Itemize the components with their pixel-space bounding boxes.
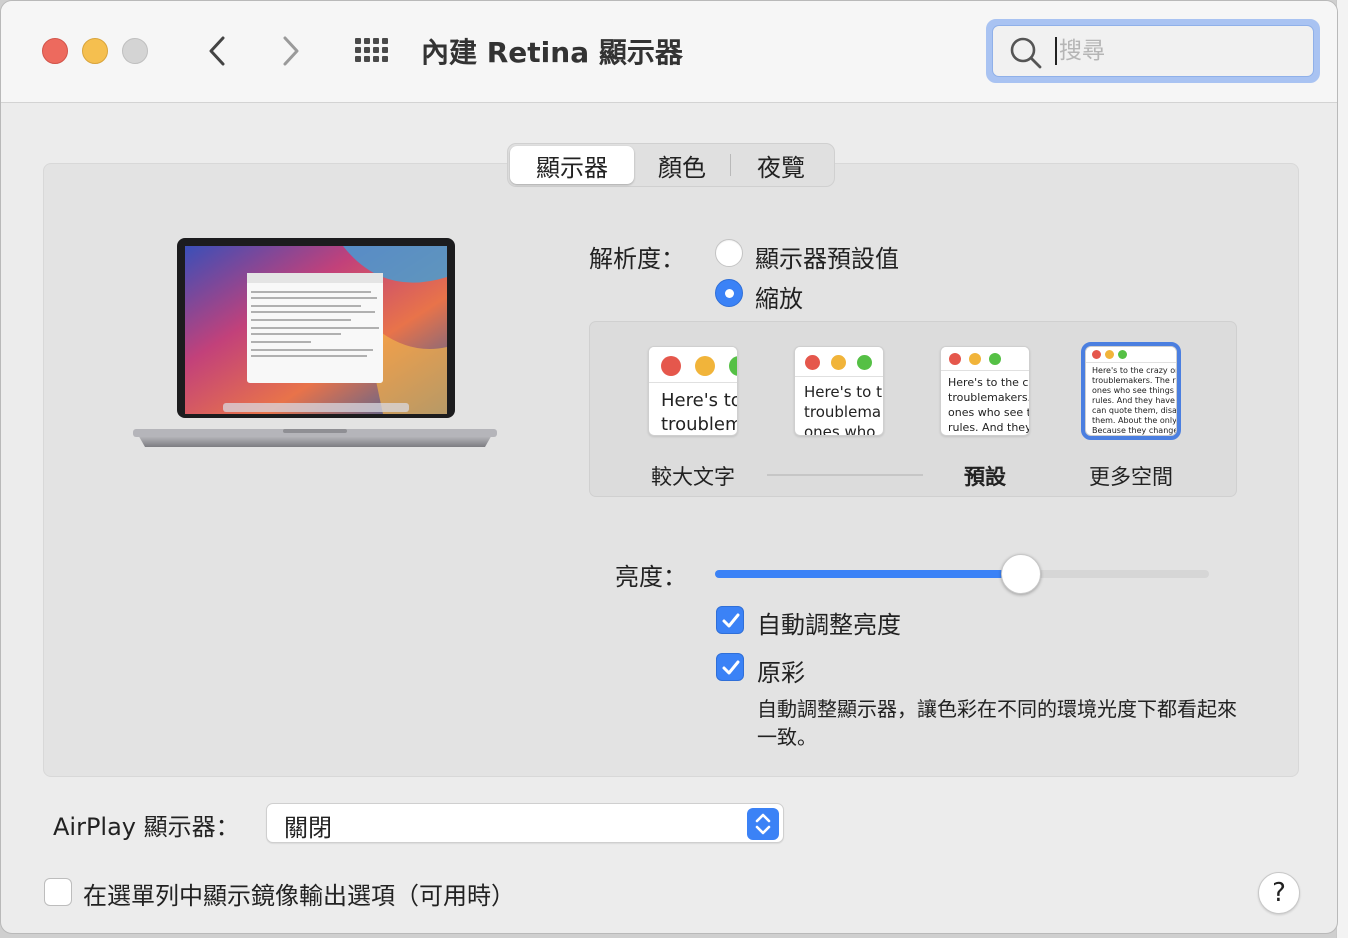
brightness-slider-knob[interactable] [1001, 554, 1042, 594]
scaling-label-larger-text: 較大文字 [651, 465, 735, 489]
tab-bar: 顯示器 顏色 夜覽 [507, 143, 835, 187]
search-field[interactable] [986, 19, 1320, 83]
airplay-popup-value: 關閉 [284, 814, 332, 842]
preview-text: Here's to the crazy one troublemakers. T… [1092, 366, 1176, 435]
tab-display[interactable]: 顯示器 [510, 146, 634, 184]
show-all-button[interactable] [353, 34, 393, 68]
toolbar: 內建 Retina 顯示器 [1, 1, 1337, 103]
resolution-label: 解析度： [589, 245, 685, 273]
close-button[interactable] [42, 38, 68, 64]
scaling-label-default: 預設 [964, 465, 1006, 489]
scaling-option-more-space[interactable]: Here's to the crazy one troublemakers. T… [1081, 342, 1181, 440]
preview-text: Here's to troublem [661, 390, 737, 435]
minimize-button[interactable] [82, 38, 108, 64]
scaling-option-2[interactable]: Here's to t troublema ones who [794, 346, 884, 436]
macbook-illustration [133, 238, 497, 447]
scaling-label-more-space: 更多空間 [1089, 465, 1173, 489]
preferences-window: 內建 Retina 顯示器 顯示器 顏色 夜覽 [0, 0, 1338, 934]
chevron-right-icon [283, 36, 299, 66]
popup-arrows-icon [747, 808, 779, 840]
back-button[interactable] [199, 31, 235, 71]
tab-night-shift[interactable]: 夜覽 [731, 146, 831, 184]
zoom-button [122, 38, 148, 64]
mirroring-label[interactable]: 在選單列中顯示鏡像輸出選項（可用時） [83, 876, 515, 911]
scaling-divider [767, 474, 923, 476]
scaling-option-larger-text[interactable]: Here's to troublem [648, 346, 738, 436]
search-icon [1010, 37, 1042, 69]
auto-brightness-checkbox[interactable] [716, 606, 744, 634]
radio-scaled-label[interactable]: 縮放 [755, 279, 803, 314]
radio-scaled[interactable] [715, 279, 743, 307]
true-tone-checkbox[interactable] [716, 653, 744, 681]
forward-button[interactable] [273, 31, 309, 71]
tab-color[interactable]: 顏色 [634, 146, 730, 184]
window-title: 內建 Retina 顯示器 [421, 36, 683, 69]
text-caret [1055, 37, 1057, 65]
radio-default-label[interactable]: 顯示器預設值 [755, 239, 899, 274]
checkmark-icon [722, 660, 740, 675]
brightness-slider-fill [715, 570, 1022, 578]
brightness-slider[interactable] [715, 570, 1209, 578]
search-input[interactable] [1059, 34, 1289, 68]
radio-default-for-display[interactable] [715, 239, 743, 267]
help-button[interactable]: ? [1258, 872, 1300, 914]
airplay-popup[interactable]: 關閉 [266, 803, 784, 843]
checkmark-icon [722, 613, 740, 628]
airplay-label: AirPlay 顯示器： [53, 813, 240, 841]
true-tone-label[interactable]: 原彩 [757, 653, 805, 688]
scaling-option-default[interactable]: Here's to the cr troublemakers. ones who… [940, 346, 1030, 436]
auto-brightness-label[interactable]: 自動調整亮度 [757, 605, 901, 640]
chevron-left-icon [209, 36, 225, 66]
brightness-label: 亮度： [615, 563, 687, 591]
preview-text: Here's to the cr troublemakers. ones who… [948, 376, 1029, 434]
true-tone-description: 自動調整顯示器，讓色彩在不同的環境光度下都看起來一致。 [757, 697, 1237, 749]
mirroring-checkbox[interactable] [44, 878, 72, 906]
preview-text: Here's to t troublema ones who [804, 383, 882, 436]
